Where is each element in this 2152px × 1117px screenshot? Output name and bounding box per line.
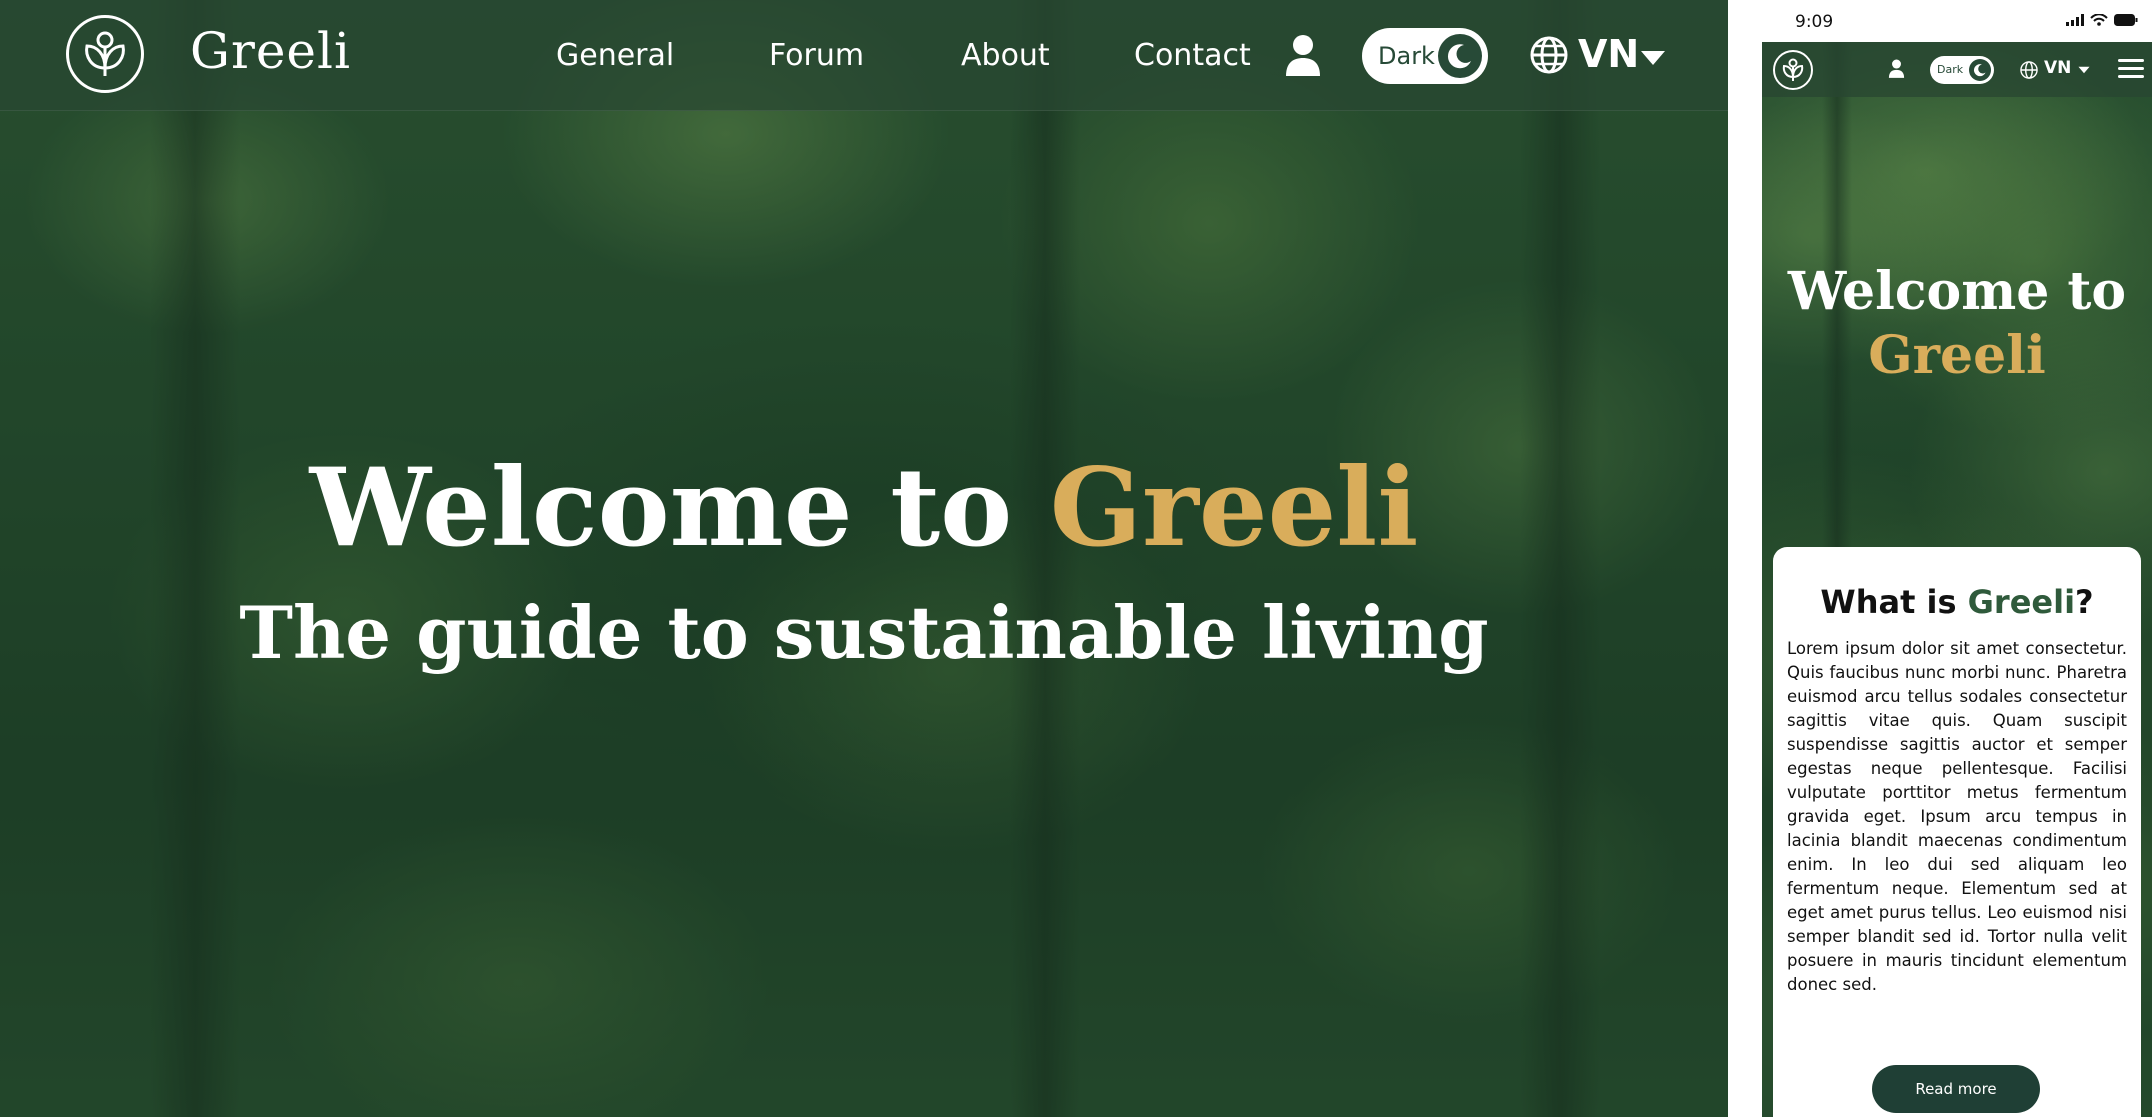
language-selector[interactable]: VN bbox=[2044, 58, 2071, 78]
mobile-hero-title: Welcome to Greeli bbox=[1762, 260, 2152, 388]
about-card: What is Greeli? Lorem ipsum dolor sit am… bbox=[1773, 547, 2141, 1117]
brand-name[interactable]: Greeli bbox=[190, 22, 351, 80]
about-card-title-prefix: What is bbox=[1820, 583, 1957, 621]
about-card-title-suffix: ? bbox=[2075, 583, 2094, 621]
nav-general[interactable]: General bbox=[556, 38, 674, 73]
mobile-navbar: Dark VN bbox=[1762, 42, 2152, 97]
mobile-screen: Dark VN Welcome to Greeli What is Greeli… bbox=[1762, 42, 2152, 1117]
caret-down-icon[interactable] bbox=[1640, 50, 1666, 66]
dark-mode-label: Dark bbox=[1937, 63, 1964, 76]
signal-icon bbox=[2066, 14, 2084, 26]
desktop-view: Greeli General Forum About Contact Dark … bbox=[0, 0, 1728, 1117]
caret-down-icon[interactable] bbox=[2078, 66, 2090, 74]
status-time: 9:09 bbox=[1795, 12, 1834, 32]
logo-icon[interactable] bbox=[66, 15, 144, 93]
language-selector[interactable]: VN bbox=[1578, 32, 1639, 76]
moon-icon bbox=[1969, 59, 1991, 81]
mobile-hero-title-accent: Greeli bbox=[1868, 325, 2046, 386]
top-navbar: Greeli General Forum About Contact Dark … bbox=[0, 0, 1728, 111]
globe-icon[interactable] bbox=[2020, 61, 2038, 79]
status-bar: 9:09 bbox=[1762, 0, 2152, 42]
moon-icon bbox=[1438, 34, 1482, 78]
nav-about[interactable]: About bbox=[961, 38, 1050, 73]
nav-forum[interactable]: Forum bbox=[769, 38, 864, 73]
about-card-title: What is Greeli? bbox=[1773, 583, 2141, 621]
dark-mode-label: Dark bbox=[1378, 42, 1435, 70]
logo-icon[interactable] bbox=[1773, 50, 1813, 90]
mobile-hero-title-prefix: Welcome to bbox=[1787, 261, 2127, 322]
nav-contact[interactable]: Contact bbox=[1134, 38, 1251, 73]
hero-title-accent: Greeli bbox=[1049, 445, 1419, 571]
hero-title-prefix: Welcome to bbox=[309, 445, 1013, 571]
user-icon[interactable] bbox=[1888, 59, 1905, 78]
dark-mode-toggle[interactable]: Dark bbox=[1930, 56, 1994, 84]
hero-title: Welcome to Greeli bbox=[0, 445, 1728, 571]
about-card-title-accent: Greeli bbox=[1967, 583, 2076, 621]
mobile-view: 9:09 Dark VN Welcome to Greeli What is G… bbox=[1762, 0, 2152, 1117]
user-icon[interactable] bbox=[1284, 34, 1322, 76]
globe-icon[interactable] bbox=[1530, 36, 1568, 74]
wifi-icon bbox=[2090, 14, 2108, 26]
battery-icon bbox=[2114, 14, 2138, 26]
read-more-button[interactable]: Read more bbox=[1872, 1065, 2040, 1113]
menu-icon[interactable] bbox=[2118, 56, 2144, 82]
hero-subtitle: The guide to sustainable living bbox=[239, 590, 1489, 675]
about-card-body: Lorem ipsum dolor sit amet consectetur. … bbox=[1787, 639, 2127, 994]
dark-mode-toggle[interactable]: Dark bbox=[1362, 28, 1488, 84]
